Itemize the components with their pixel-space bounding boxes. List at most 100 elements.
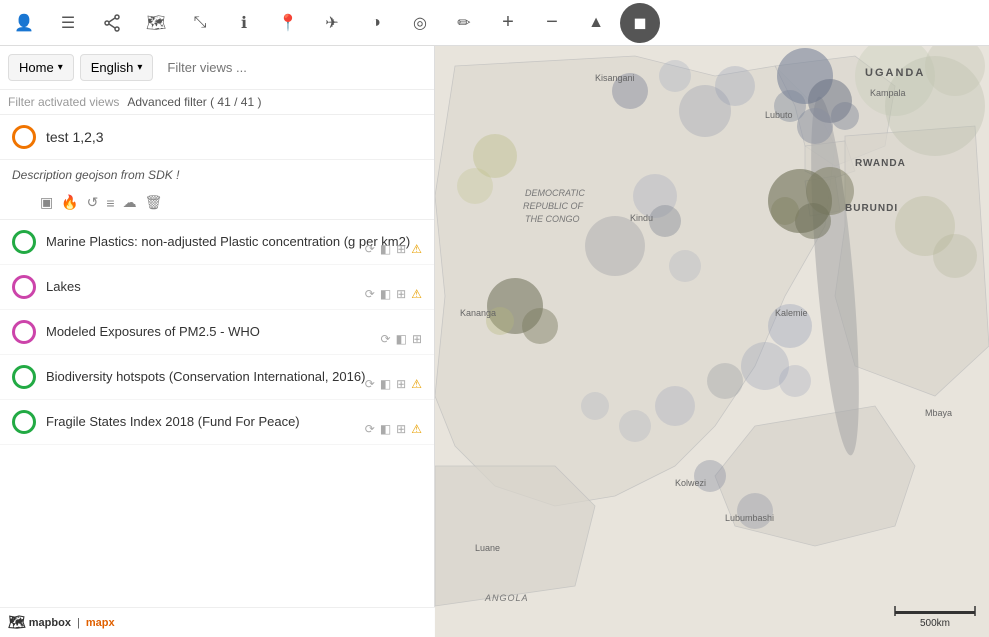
item-tool-menu[interactable]: ≡ (106, 195, 114, 211)
layer-item[interactable]: Marine Plastics: non-adjusted Plastic co… (0, 220, 434, 265)
layer-circle-3 (12, 320, 36, 344)
map-svg: UGANDA Kampala DEMOCRATIC REPUBLIC OF TH… (435, 46, 989, 637)
toolbar-btn-nav[interactable]: ▲ (576, 3, 616, 43)
home-label: Home (19, 60, 54, 75)
item-tool-fire[interactable]: 🔥 (61, 194, 78, 211)
svg-text:Kalemie: Kalemie (775, 308, 808, 318)
layer-item[interactable]: Modeled Exposures of PM2.5 - WHO ⟳ ◧ ⊞ (0, 310, 434, 355)
layer-icons-5: ⟳ ◧ ⊞ ⚠ (365, 422, 422, 436)
home-button[interactable]: Home ▾ (8, 54, 74, 81)
svg-text:Luane: Luane (475, 543, 500, 553)
main-toolbar: 👤 ☰ 🗺 ⤡ ℹ 📍 ✈ ◑ ◎ ✏ + − ▲ ◼ (0, 0, 989, 46)
toolbar-btn-info[interactable]: ℹ (224, 3, 264, 43)
mapbox-logo: 🗺 mapbox (8, 614, 71, 631)
toolbar-btn-plane[interactable]: ✈ (312, 3, 352, 43)
layer-icon-copy-5[interactable]: ◧ (380, 422, 391, 436)
layer-icon-grid-4[interactable]: ⊞ (396, 377, 406, 391)
svg-text:Lubumbashi: Lubumbashi (725, 513, 774, 523)
layer-list: Marine Plastics: non-adjusted Plastic co… (0, 220, 434, 637)
layer-icon-warn-4: ⚠ (411, 377, 422, 391)
mapbox-icon: 🗺 (8, 614, 26, 631)
svg-text:BURUNDI: BURUNDI (845, 203, 898, 214)
layer-icon-refresh-1[interactable]: ⟳ (365, 242, 375, 256)
toolbar-btn-plus[interactable]: + (488, 3, 528, 43)
home-dropdown-icon: ▾ (58, 62, 63, 73)
layer-item[interactable]: Fragile States Index 2018 (Fund For Peac… (0, 400, 434, 445)
layer-icons-1: ⟳ ◧ ⊞ ⚠ (365, 242, 422, 256)
filter-views-input[interactable] (159, 55, 426, 80)
language-button[interactable]: English ▾ (80, 54, 154, 81)
svg-text:THE CONGO: THE CONGO (525, 214, 580, 224)
layer-item[interactable]: Biodiversity hotspots (Conservation Inte… (0, 355, 434, 400)
svg-text:ANGOLA: ANGOLA (484, 593, 529, 603)
svg-text:Kampala: Kampala (870, 88, 906, 98)
item-tool-undo[interactable]: ↺ (87, 194, 99, 211)
filter-activated-label: Filter activated views (8, 95, 119, 109)
layer-icon-grid-1[interactable]: ⊞ (396, 242, 406, 256)
active-view-label: test 1,2,3 (46, 129, 104, 145)
layer-circle-1 (12, 230, 36, 254)
layer-circle-4 (12, 365, 36, 389)
item-tool-cloud[interactable]: ☁ (123, 194, 137, 211)
svg-text:Kindu: Kindu (630, 213, 653, 223)
svg-text:Kisangani: Kisangani (595, 73, 635, 83)
toolbar-btn-map[interactable]: 🗺 (136, 3, 176, 43)
language-label: English (91, 60, 134, 75)
svg-text:UGANDA: UGANDA (865, 67, 925, 79)
map-area[interactable]: UGANDA Kampala DEMOCRATIC REPUBLIC OF TH… (435, 46, 989, 637)
toolbar-btn-target[interactable]: ◎ (400, 3, 440, 43)
item-toolbar: ▣ 🔥 ↺ ≡ ☁ 🗑 (0, 190, 434, 220)
separator: | (77, 617, 80, 629)
toolbar-btn-list[interactable]: ☰ (48, 3, 88, 43)
layer-label-3: Modeled Exposures of PM2.5 - WHO (46, 324, 422, 341)
layer-icon-grid-5[interactable]: ⊞ (396, 422, 406, 436)
toolbar-btn-share[interactable] (92, 3, 132, 43)
layer-icon-refresh-5[interactable]: ⟳ (365, 422, 375, 436)
layer-circle-2 (12, 275, 36, 299)
svg-text:REPUBLIC OF: REPUBLIC OF (523, 201, 584, 211)
layer-circle-5 (12, 410, 36, 434)
svg-text:Kolwezi: Kolwezi (675, 478, 706, 488)
layer-icon-refresh-2[interactable]: ⟳ (365, 287, 375, 301)
layer-icon-refresh-3[interactable]: ⟳ (381, 332, 391, 346)
mapx-label: mapx (86, 617, 115, 629)
active-view-icon (12, 125, 36, 149)
layer-icon-grid-3[interactable]: ⊞ (412, 332, 422, 346)
sidebar-header: Home ▾ English ▾ (0, 46, 434, 90)
language-dropdown-icon: ▾ (137, 62, 142, 73)
layer-icons-3: ⟳ ◧ ⊞ (381, 332, 422, 346)
toolbar-btn-contrast[interactable]: ◑ (356, 3, 396, 43)
item-tool-grid[interactable]: ▣ (40, 194, 53, 211)
toolbar-btn-arrows[interactable]: ⤡ (180, 3, 220, 43)
layer-icon-warn-1: ⚠ (411, 242, 422, 256)
toolbar-btn-pin[interactable]: 📍 (268, 3, 308, 43)
svg-text:Lubuto: Lubuto (765, 110, 793, 120)
svg-text:Kananga: Kananga (460, 308, 496, 318)
filter-bar: Filter activated views Advanced filter (… (0, 90, 434, 115)
svg-text:500km: 500km (920, 618, 950, 629)
toolbar-btn-dark[interactable]: ◼ (620, 3, 660, 43)
layer-icon-refresh-4[interactable]: ⟳ (365, 377, 375, 391)
layer-icon-copy-2[interactable]: ◧ (380, 287, 391, 301)
description-text: Description geojson from SDK ! (0, 160, 434, 190)
item-tool-trash[interactable]: 🗑 (145, 194, 163, 211)
layer-icon-warn-2: ⚠ (411, 287, 422, 301)
layer-icon-grid-2[interactable]: ⊞ (396, 287, 406, 301)
bottom-bar: 🗺 mapbox | mapx (0, 607, 435, 637)
svg-text:Mbaya: Mbaya (925, 408, 952, 418)
toolbar-btn-edit[interactable]: ✏ (444, 3, 484, 43)
layer-icon-copy-1[interactable]: ◧ (380, 242, 391, 256)
sidebar: Home ▾ English ▾ Filter activated views … (0, 46, 435, 637)
advanced-filter-label: Advanced filter ( 41 / 41 ) (127, 95, 261, 109)
layer-icons-2: ⟳ ◧ ⊞ ⚠ (365, 287, 422, 301)
layer-icon-copy-4[interactable]: ◧ (380, 377, 391, 391)
active-view-item[interactable]: test 1,2,3 (0, 115, 434, 160)
mapbox-label: mapbox (29, 617, 71, 629)
layer-icons-4: ⟳ ◧ ⊞ ⚠ (365, 377, 422, 391)
toolbar-btn-minus[interactable]: − (532, 3, 572, 43)
layer-icon-warn-5: ⚠ (411, 422, 422, 436)
layer-icon-copy-3[interactable]: ◧ (396, 332, 407, 346)
toolbar-btn-user[interactable]: 👤 (4, 3, 44, 43)
svg-text:RWANDA: RWANDA (855, 158, 906, 169)
layer-item[interactable]: Lakes ⟳ ◧ ⊞ ⚠ (0, 265, 434, 310)
